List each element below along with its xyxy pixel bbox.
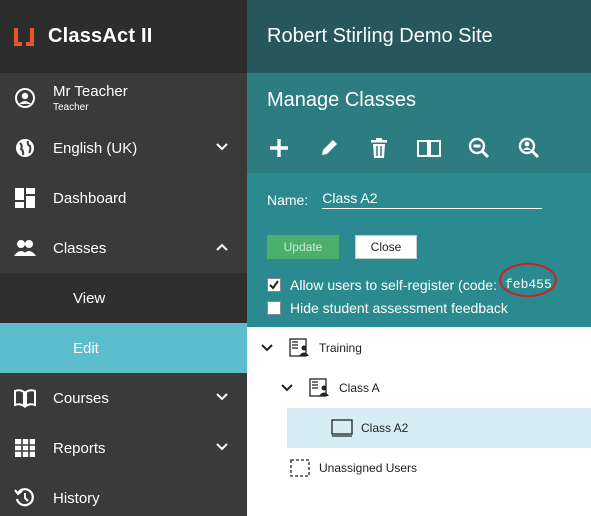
classact-logo-icon [14, 27, 34, 46]
hide-feedback-checkbox[interactable] [267, 301, 281, 315]
name-label: Name: [267, 191, 309, 208]
sidebar-item-reports[interactable]: Reports [0, 423, 247, 473]
chevron-down-icon[interactable] [281, 382, 293, 394]
sidebar-subitem-label: View [73, 289, 106, 307]
sidebar-item-dashboard[interactable]: Dashboard [0, 173, 247, 223]
class-tree: Training Class A Class A2 Unassigned Use… [247, 327, 591, 516]
chevron-down-icon [216, 443, 228, 451]
hide-feedback-label: Hide student assessment feedback [290, 300, 508, 316]
app-title: ClassAct II [48, 25, 153, 47]
self-register-checkbox[interactable] [267, 277, 281, 292]
sidebar-item-language[interactable]: English (UK) [0, 123, 247, 173]
tree-node-label: Class A2 [361, 421, 409, 435]
tree-node-training[interactable]: Training [261, 328, 581, 368]
chevron-up-icon [216, 243, 228, 251]
tree-node-class-a[interactable]: Class A [281, 368, 581, 408]
manage-panel: Manage Classes Name: Class A2 Update Clo… [247, 73, 591, 327]
sidebar-item-label: Dashboard [53, 189, 127, 207]
sidebar-item-label: History [53, 489, 100, 507]
brand-header: ClassAct II [0, 0, 247, 73]
user-name: Mr Teacher [53, 83, 128, 100]
chevron-down-icon[interactable] [261, 342, 273, 354]
tree-node-label: Training [319, 341, 362, 355]
sidebar-item-classes[interactable]: Classes [0, 223, 247, 273]
group-icon [309, 377, 331, 399]
sidebar-item-history[interactable]: History [0, 473, 247, 516]
user-circle-icon [13, 86, 37, 110]
book-icon [13, 386, 37, 410]
self-register-label: Allow users to self-register (code: [290, 276, 497, 293]
group-icon [289, 337, 311, 359]
highlight-circle [499, 263, 557, 297]
dashboard-icon [13, 186, 37, 210]
user-profile[interactable]: Mr Teacher Teacher [0, 73, 247, 123]
user-role: Teacher [53, 102, 89, 113]
zoom-icon[interactable] [467, 136, 491, 160]
table-icon [13, 436, 37, 460]
tree-node-class-a2[interactable]: Class A2 [287, 408, 591, 448]
sidebar-subitem-label: Edit [73, 339, 99, 357]
dashed-box-icon [289, 457, 311, 479]
sidebar-item-label: English (UK) [53, 139, 138, 157]
update-button[interactable]: Update [267, 235, 339, 259]
chevron-down-icon [216, 393, 228, 401]
edit-icon[interactable] [317, 136, 341, 160]
class-icon [331, 417, 353, 439]
search-user-icon[interactable] [517, 136, 541, 160]
sidebar: ClassAct II Mr Teacher Teacher English (… [0, 0, 247, 516]
sidebar-subitem-view[interactable]: View [0, 273, 247, 323]
chevron-down-icon [216, 143, 228, 151]
users-icon [13, 236, 37, 260]
sidebar-item-label: Reports [53, 439, 106, 457]
toolbar [267, 136, 567, 160]
close-button[interactable]: Close [355, 235, 417, 259]
globe-icon [13, 136, 37, 160]
sidebar-subitem-edit[interactable]: Edit [0, 323, 247, 373]
tree-node-label: Class A [339, 381, 380, 395]
class-edit-form: Name: Class A2 Update Close Allow users … [247, 173, 591, 327]
delete-icon[interactable] [367, 136, 391, 160]
tree-node-label: Unassigned Users [319, 461, 418, 475]
class-name-field[interactable]: Class A2 [322, 190, 543, 209]
book-icon[interactable] [417, 136, 441, 160]
site-header: Robert Stirling Demo Site [247, 0, 591, 73]
add-icon[interactable] [267, 136, 291, 160]
page-title: Manage Classes [267, 89, 416, 111]
tree-node-unassigned-users[interactable]: Unassigned Users [289, 448, 581, 488]
sidebar-item-courses[interactable]: Courses [0, 373, 247, 423]
sidebar-item-label: Classes [53, 239, 107, 257]
sidebar-item-label: Courses [53, 389, 109, 407]
site-title: Robert Stirling Demo Site [267, 25, 493, 47]
history-icon [13, 486, 37, 510]
